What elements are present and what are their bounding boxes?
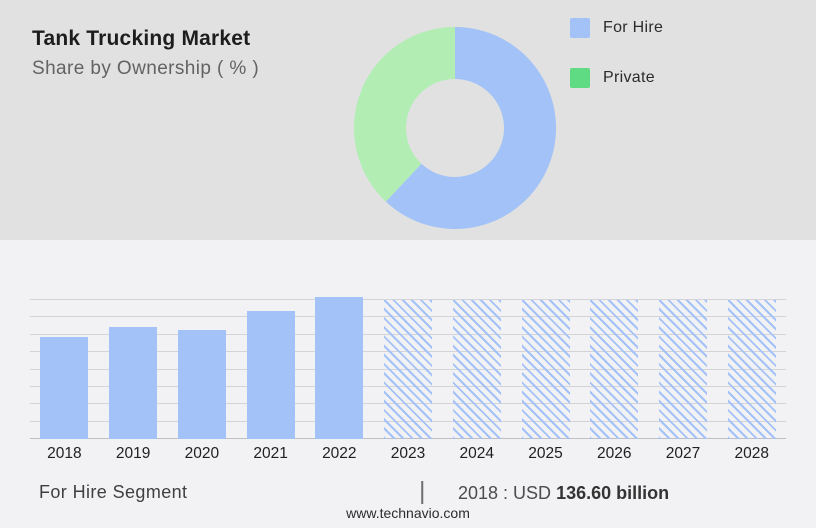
bar-2027-forecast: [658, 300, 707, 439]
x-axis-label-2025: 2025: [528, 445, 563, 462]
header-section: Tank Trucking Market Share by Ownership …: [0, 0, 816, 240]
legend: For Hire Private: [570, 18, 663, 88]
legend-item-for-hire: For Hire: [570, 18, 663, 38]
bar-slot-2021: [236, 300, 305, 439]
bar-slot-2023: [374, 300, 443, 439]
footer-separator: |: [419, 477, 426, 505]
anchor-value-prefix: 2018 : USD: [458, 483, 552, 503]
bar-2019: [109, 326, 158, 439]
x-axis-labels: 2018 2019 2020 2021 2022 2023 2024 2025 2026 2027…: [30, 445, 786, 463]
legend-swatch-icon: [570, 18, 590, 38]
bar-2021: [246, 310, 295, 439]
anchor-value: 2018 : USD 136.60 billion: [458, 483, 669, 504]
bar-2025-forecast: [521, 300, 570, 439]
x-axis-label-2021: 2021: [253, 445, 288, 462]
anchor-value-bold: 136.60 billion: [556, 483, 670, 503]
bar-2018: [40, 336, 89, 439]
bar-2022: [315, 297, 364, 439]
bar-slot-2020: [167, 300, 236, 439]
legend-label: For Hire: [603, 19, 664, 36]
bar-slot-2025: [511, 300, 580, 439]
bar-slot-2026: [580, 300, 649, 439]
bar-chart-plot: [30, 297, 786, 439]
bar-chart-section: 2018 2019 2020 2021 2022 2023 2024 2025 2026 2027…: [0, 240, 816, 528]
bar-slot-2028: [717, 300, 786, 439]
bar-2028-forecast: [727, 300, 776, 439]
bar-2026-forecast: [590, 300, 639, 439]
bar-slot-2027: [649, 300, 718, 439]
legend-label: Private: [603, 69, 655, 86]
x-axis-label-2028: 2028: [734, 445, 769, 462]
bar-2024-forecast: [452, 300, 501, 439]
page-subtitle: Share by Ownership ( % ): [32, 58, 260, 79]
bar-2023-forecast: [384, 300, 433, 439]
page-title: Tank Trucking Market: [32, 27, 251, 50]
x-axis-label-2024: 2024: [459, 445, 495, 462]
x-axis-label-2020: 2020: [184, 445, 220, 462]
x-axis-label-2023: 2023: [390, 445, 426, 462]
legend-item-private: Private: [570, 68, 663, 88]
x-axis-label-2019: 2019: [115, 445, 151, 462]
segment-label: For Hire Segment: [39, 482, 188, 502]
bar-slot-2022: [305, 297, 374, 439]
bar-slot-2019: [99, 300, 168, 439]
bar-slot-2024: [442, 300, 511, 439]
infographic: Tank Trucking Market Share by Ownership …: [0, 0, 816, 528]
x-axis-label-2018: 2018: [47, 445, 82, 462]
bars: [30, 297, 786, 439]
bar-slot-2018: [30, 300, 99, 439]
website-url: www.technavio.com: [346, 505, 470, 521]
x-axis-label-2027: 2027: [665, 445, 701, 462]
x-axis-label-2022: 2022: [322, 445, 357, 462]
bar-2020: [177, 330, 226, 439]
x-axis-label-2026: 2026: [597, 445, 632, 462]
donut-chart: [354, 27, 556, 229]
legend-swatch-icon: [570, 68, 590, 88]
